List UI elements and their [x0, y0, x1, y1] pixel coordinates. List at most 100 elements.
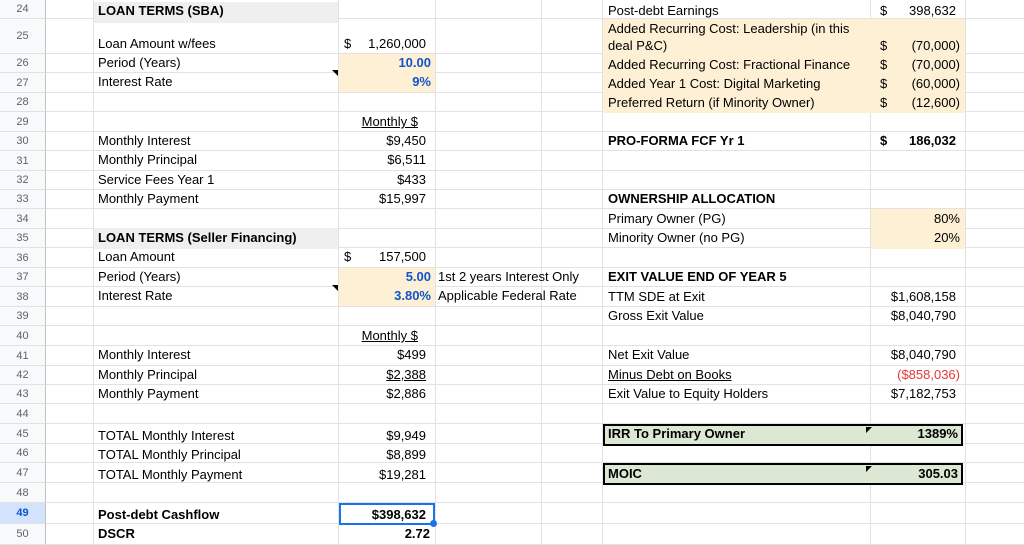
sba-monthly-interest[interactable]: $9,450 — [340, 132, 426, 150]
cashflow-label: Post-debt Cashflow — [98, 507, 220, 522]
row-number[interactable]: 34 — [0, 209, 46, 229]
sba-rate-label: Interest Rate — [98, 74, 173, 89]
moic-label: MOIC — [608, 466, 642, 481]
seller-monthly-interest[interactable]: $499 — [340, 346, 426, 364]
sba-service-fees-label: Service Fees Year 1 — [98, 172, 215, 187]
preferred-currency: $ — [880, 95, 888, 110]
debt-value[interactable]: ($858,036) — [872, 366, 960, 384]
seller-loan-amount-label: Loan Amount — [98, 249, 175, 264]
total-interest-label: TOTAL Monthly Interest — [98, 428, 235, 443]
sba-monthly-principal[interactable]: $6,511 — [340, 151, 426, 169]
total-payment-label: TOTAL Monthly Payment — [98, 467, 243, 482]
row-number[interactable]: 37 — [0, 268, 46, 287]
sba-monthly-header: Monthly $ — [361, 114, 418, 129]
cashflow-value[interactable]: $398,632 — [340, 506, 426, 524]
row-gridline — [46, 502, 1024, 503]
exit-title: EXIT VALUE END OF YEAR 5 — [608, 269, 787, 284]
gross-exit-value[interactable]: $8,040,790 — [872, 307, 956, 325]
sba-monthly-principal-label: Monthly Principal — [98, 152, 197, 167]
preferred-value[interactable]: (12,600) — [890, 94, 960, 112]
marketing-currency: $ — [880, 76, 888, 91]
sba-title: LOAN TERMS (SBA) — [98, 3, 224, 18]
row-number[interactable]: 28 — [0, 93, 46, 112]
seller-rate[interactable]: 3.80% — [340, 287, 431, 305]
equity-value[interactable]: $7,182,753 — [872, 385, 956, 403]
post-debt-currency: $ — [880, 3, 888, 18]
sba-monthly-payment-label: Monthly Payment — [98, 191, 199, 206]
ownership-title: OWNERSHIP ALLOCATION — [608, 191, 776, 206]
row-number[interactable]: 30 — [0, 132, 46, 151]
ttm-value[interactable]: $1,608,158 — [872, 288, 956, 306]
row-number[interactable]: 27 — [0, 73, 46, 93]
sba-service-fees[interactable]: $433 — [340, 171, 426, 189]
moic-value[interactable]: 305.03 — [872, 465, 958, 483]
leadership-value[interactable]: (70,000) — [890, 37, 960, 55]
seller-rate-label: Interest Rate — [98, 288, 173, 303]
row-number[interactable]: 39 — [0, 307, 46, 326]
total-principal[interactable]: $8,899 — [340, 446, 426, 464]
row-number[interactable]: 43 — [0, 385, 46, 404]
net-exit-value[interactable]: $8,040,790 — [872, 346, 956, 364]
sba-loan-amount-label: Loan Amount w/fees — [98, 36, 216, 51]
seller-loan-amount[interactable]: 157,500 — [350, 248, 426, 266]
minority-owner-value[interactable]: 20% — [872, 229, 960, 247]
row-number[interactable]: 41 — [0, 346, 46, 366]
row-number[interactable]: 38 — [0, 287, 46, 307]
irr-label: IRR To Primary Owner — [608, 426, 746, 441]
dropdown-indicator-icon — [332, 285, 338, 291]
leadership-label-line2: deal P&C) — [608, 38, 668, 53]
row-number[interactable]: 44 — [0, 404, 46, 424]
spreadsheet-grid: 24 25 26 27 28 29 30 31 32 33 34 35 36 37 38 39 40 41 42 43… — [0, 0, 1024, 545]
row-number[interactable]: 35 — [0, 229, 46, 248]
row-number[interactable]: 31 — [0, 151, 46, 171]
row-number[interactable]: 47 — [0, 463, 46, 483]
sba-rate[interactable]: 9% — [340, 73, 431, 91]
marketing-value[interactable]: (60,000) — [890, 75, 960, 93]
total-interest[interactable]: $9,949 — [340, 427, 426, 445]
row-number[interactable]: 29 — [0, 112, 46, 132]
preferred-label: Preferred Return (if Minority Owner) — [608, 95, 815, 110]
row-number[interactable]: 49 — [0, 503, 46, 524]
column-divider — [93, 0, 94, 545]
row-number[interactable]: 33 — [0, 190, 46, 209]
row-number[interactable]: 40 — [0, 326, 46, 346]
row-number[interactable]: 42 — [0, 366, 46, 385]
row-number[interactable]: 32 — [0, 171, 46, 190]
sba-period-label: Period (Years) — [98, 55, 181, 70]
leadership-currency: $ — [880, 38, 888, 53]
row-number[interactable]: 36 — [0, 248, 46, 268]
primary-owner-value[interactable]: 80% — [872, 210, 960, 228]
sba-period[interactable]: 10.00 — [340, 54, 431, 72]
sba-monthly-payment[interactable]: $15,997 — [340, 190, 426, 208]
row-number[interactable]: 25 — [0, 19, 46, 54]
row-number[interactable]: 26 — [0, 54, 46, 73]
dscr-label: DSCR — [98, 526, 135, 541]
row-number[interactable]: 24 — [0, 0, 46, 19]
post-debt-value[interactable]: 398,632 — [890, 2, 956, 20]
dropdown-indicator-icon — [332, 70, 338, 76]
row-number[interactable]: 48 — [0, 483, 46, 503]
sba-loan-amount[interactable]: 1,260,000 — [350, 35, 426, 53]
seller-monthly-payment[interactable]: $2,886 — [340, 385, 426, 403]
row-number[interactable]: 45 — [0, 424, 46, 444]
row-number[interactable]: 46 — [0, 444, 46, 463]
total-payment[interactable]: $19,281 — [340, 466, 426, 484]
seller-period-note: 1st 2 years Interest Only — [438, 269, 579, 284]
seller-monthly-principal-label: Monthly Principal — [98, 367, 197, 382]
seller-monthly-principal[interactable]: $2,388 — [340, 366, 426, 384]
marketing-label: Added Year 1 Cost: Digital Marketing — [608, 76, 821, 91]
leadership-label-line1: Added Recurring Cost: Leadership (in thi… — [608, 21, 850, 36]
seller-rate-note: Applicable Federal Rate — [438, 288, 577, 303]
row-gridline — [46, 131, 1024, 132]
proforma-value[interactable]: 186,032 — [890, 132, 956, 150]
seller-monthly-payment-label: Monthly Payment — [98, 386, 199, 401]
seller-period[interactable]: 5.00 — [340, 268, 431, 286]
irr-value[interactable]: 1389% — [872, 425, 958, 443]
fill-handle[interactable] — [430, 520, 437, 527]
proforma-label: PRO-FORMA FCF Yr 1 — [608, 133, 745, 148]
dscr-value[interactable]: 2.72 — [340, 525, 430, 543]
post-debt-label: Post-debt Earnings — [608, 3, 719, 18]
row-number[interactable]: 50 — [0, 524, 46, 545]
ttm-label: TTM SDE at Exit — [608, 289, 705, 304]
fractional-value[interactable]: (70,000) — [890, 56, 960, 74]
